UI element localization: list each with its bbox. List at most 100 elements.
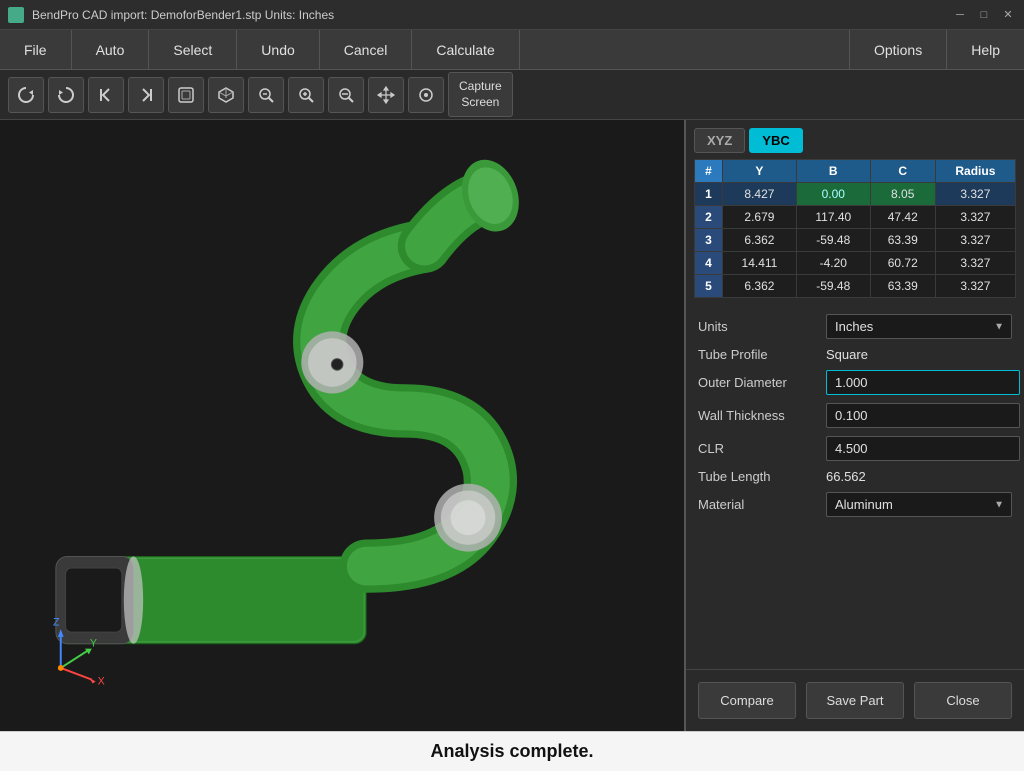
prop-tube-length-value: 66.562 — [826, 469, 866, 484]
compare-button[interactable]: Compare — [698, 682, 796, 719]
cell-y: 6.362 — [723, 275, 797, 298]
bend-data-table: # Y B C Radius 1 8.427 0.00 8.05 3.327 2… — [694, 159, 1016, 298]
col-header-b: B — [796, 160, 870, 183]
close-button[interactable]: ✕ — [1000, 7, 1016, 23]
menu-calculate[interactable]: Calculate — [412, 30, 519, 69]
viewport[interactable]: Z Y X — [0, 120, 684, 731]
prop-outer-diameter-row: Outer Diameter — [698, 370, 1012, 395]
cell-num: 1 — [695, 183, 723, 206]
cell-c: 63.39 — [870, 275, 935, 298]
status-text: Analysis complete. — [430, 741, 593, 762]
toolbar-zoom-fit[interactable] — [328, 77, 364, 113]
view-front-icon — [176, 85, 196, 105]
prop-material-label: Material — [698, 497, 818, 512]
units-select[interactable]: Inches Millimeters — [826, 314, 1012, 339]
minimize-button[interactable]: ─ — [952, 7, 968, 23]
svg-text:Z: Z — [53, 616, 60, 628]
zoom-fit-icon — [336, 85, 356, 105]
menu-right: Options Help — [849, 30, 1024, 69]
cell-y: 14.411 — [723, 252, 797, 275]
next-icon — [136, 85, 156, 105]
prop-tube-profile-value: Square — [826, 347, 868, 362]
cell-b: 117.40 — [796, 206, 870, 229]
wall-thickness-input[interactable] — [826, 403, 1020, 428]
tab-ybc[interactable]: YBC — [749, 128, 802, 153]
cell-c: 63.39 — [870, 229, 935, 252]
toolbar-next[interactable] — [128, 77, 164, 113]
menu-bar: File Auto Select Undo Cancel Calculate O… — [0, 30, 1024, 70]
cell-y: 2.679 — [723, 206, 797, 229]
cell-radius: 3.327 — [935, 183, 1015, 206]
view-iso-icon — [216, 85, 236, 105]
bottom-buttons: Compare Save Part Close — [686, 669, 1024, 731]
prev-icon — [96, 85, 116, 105]
toolbar-rotate-free[interactable] — [8, 77, 44, 113]
cell-y: 8.427 — [723, 183, 797, 206]
menu-undo[interactable]: Undo — [237, 30, 319, 69]
prop-units-row: Units Inches Millimeters — [698, 314, 1012, 339]
prop-wall-thickness-row: Wall Thickness — [698, 403, 1012, 428]
material-select[interactable]: Aluminum Steel Stainless Steel Copper — [826, 492, 1012, 517]
table-row[interactable]: 5 6.362 -59.48 63.39 3.327 — [695, 275, 1016, 298]
toolbar-pan[interactable] — [368, 77, 404, 113]
table-row[interactable]: 3 6.362 -59.48 63.39 3.327 — [695, 229, 1016, 252]
prop-tube-length-row: Tube Length 66.562 — [698, 469, 1012, 484]
window-controls: ─ □ ✕ — [952, 7, 1016, 23]
tab-xyz[interactable]: XYZ — [694, 128, 745, 153]
properties-panel: Units Inches Millimeters Tube Profile Sq… — [686, 304, 1024, 669]
menu-cancel[interactable]: Cancel — [320, 30, 413, 69]
col-header-radius: Radius — [935, 160, 1015, 183]
toolbar-view-front[interactable] — [168, 77, 204, 113]
table-row[interactable]: 1 8.427 0.00 8.05 3.327 — [695, 183, 1016, 206]
cell-b: -59.48 — [796, 275, 870, 298]
prop-tube-length-label: Tube Length — [698, 469, 818, 484]
cell-radius: 3.327 — [935, 206, 1015, 229]
toolbar-prev[interactable] — [88, 77, 124, 113]
svg-text:X: X — [98, 675, 105, 687]
maximize-button[interactable]: □ — [976, 7, 992, 23]
cell-c: 60.72 — [870, 252, 935, 275]
status-bar: Analysis complete. — [0, 731, 1024, 771]
zoom-in-icon — [296, 85, 316, 105]
close-button[interactable]: Close — [914, 682, 1012, 719]
cell-y: 6.362 — [723, 229, 797, 252]
rotate-free-icon — [16, 85, 36, 105]
prop-wall-thickness-label: Wall Thickness — [698, 408, 818, 423]
col-header-c: C — [870, 160, 935, 183]
cell-radius: 3.327 — [935, 252, 1015, 275]
table-body: 1 8.427 0.00 8.05 3.327 2 2.679 117.40 4… — [695, 183, 1016, 298]
menu-file[interactable]: File — [0, 30, 72, 69]
menu-help[interactable]: Help — [946, 30, 1024, 69]
table-row[interactable]: 4 14.411 -4.20 60.72 3.327 — [695, 252, 1016, 275]
col-header-num: # — [695, 160, 723, 183]
menu-options[interactable]: Options — [849, 30, 946, 69]
pan-icon — [376, 85, 396, 105]
prop-clr-label: CLR — [698, 441, 818, 456]
cell-num: 2 — [695, 206, 723, 229]
cell-radius: 3.327 — [935, 275, 1015, 298]
cell-c: 47.42 — [870, 206, 935, 229]
app-icon — [8, 7, 24, 23]
center-icon — [416, 85, 436, 105]
cell-radius: 3.327 — [935, 229, 1015, 252]
clr-input[interactable] — [826, 436, 1020, 461]
toolbar-center[interactable] — [408, 77, 444, 113]
prop-tube-profile-row: Tube Profile Square — [698, 347, 1012, 362]
cell-num: 4 — [695, 252, 723, 275]
main-area: Z Y X XYZ YBC # Y B C — [0, 120, 1024, 731]
toolbar-zoom-out[interactable] — [248, 77, 284, 113]
rotate-ccw-icon — [56, 85, 76, 105]
cell-num: 5 — [695, 275, 723, 298]
toolbar-zoom-in[interactable] — [288, 77, 324, 113]
save-part-button[interactable]: Save Part — [806, 682, 904, 719]
outer-diameter-input[interactable] — [826, 370, 1020, 395]
toolbar-view-iso[interactable] — [208, 77, 244, 113]
tab-area: XYZ YBC — [686, 120, 1024, 153]
toolbar-rotate-ccw[interactable] — [48, 77, 84, 113]
table-row[interactable]: 2 2.679 117.40 47.42 3.327 — [695, 206, 1016, 229]
menu-select[interactable]: Select — [149, 30, 237, 69]
capture-screen-button[interactable]: CaptureScreen — [448, 72, 513, 117]
material-select-wrapper: Aluminum Steel Stainless Steel Copper — [826, 492, 1012, 517]
cell-b: -4.20 — [796, 252, 870, 275]
menu-auto[interactable]: Auto — [72, 30, 150, 69]
